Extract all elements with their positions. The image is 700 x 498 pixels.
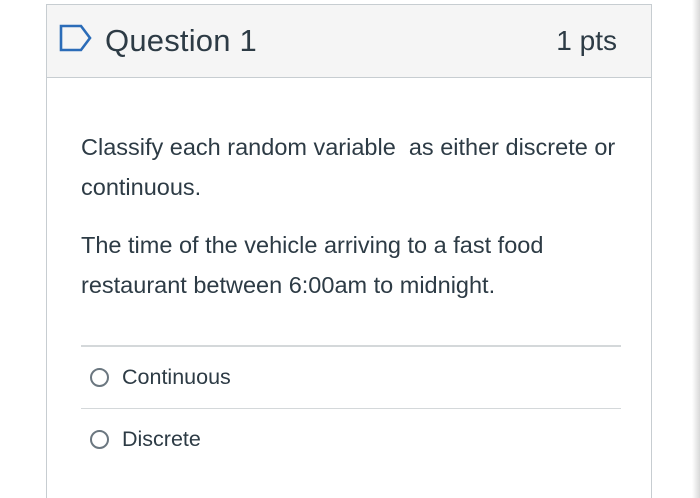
answer-label: Discrete (122, 427, 201, 451)
bookmark-flag-icon[interactable] (59, 23, 93, 53)
question-instructions: Classify each random variable as either … (81, 134, 622, 200)
question-text: Classify each random variable as either … (81, 127, 633, 323)
radio-button[interactable] (90, 367, 109, 387)
answer-label: Continuous (122, 364, 231, 389)
answer-option-discrete[interactable]: Discrete (81, 409, 621, 470)
page-edge-shadow (692, 0, 700, 498)
quiz-page: Question 1 1 pts Classify each random va… (0, 0, 700, 498)
radio-button[interactable] (90, 430, 109, 449)
question-prompt: The time of the vehicle arriving to a fa… (81, 232, 550, 298)
question-card: Question 1 1 pts Classify each random va… (46, 4, 652, 498)
question-title: Question 1 (105, 23, 257, 58)
question-points: 1 pts (556, 25, 617, 56)
question-header: Question 1 1 pts (47, 5, 651, 78)
answer-option-continuous[interactable]: Continuous (81, 347, 621, 408)
answer-list: Continuous Discrete (81, 345, 621, 470)
